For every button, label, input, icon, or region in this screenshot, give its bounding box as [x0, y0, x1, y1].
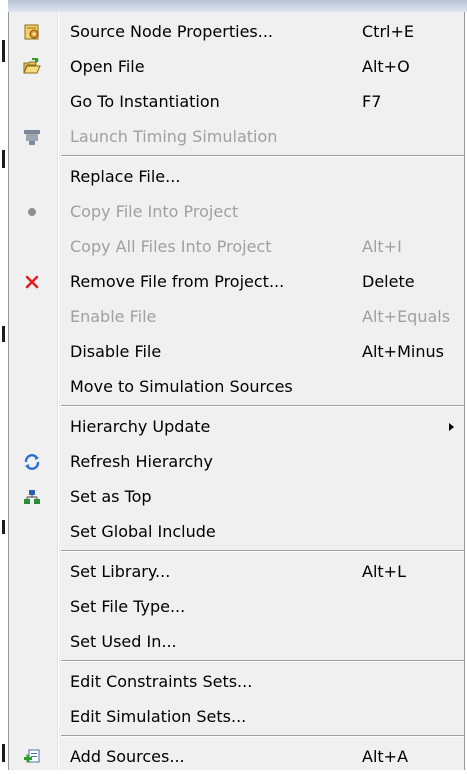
menu-item-label: Launch Timing Simulation — [70, 127, 278, 146]
menu-item-edit-constraints-sets[interactable]: Edit Constraints Sets... — [9, 665, 464, 699]
menu-item-shortcut: Ctrl+E — [362, 22, 414, 41]
menu-item-go-to-instantiation[interactable]: Go To Instantiation F7 — [9, 85, 464, 119]
menu-item-shortcut: Alt+Equals — [362, 307, 451, 326]
menu-item-set-used-in[interactable]: Set Used In... — [9, 625, 464, 659]
background-window-header — [8, 0, 467, 12]
menu-item-replace-file[interactable]: Replace File... — [9, 160, 464, 194]
background-mark — [2, 520, 5, 534]
menu-item-source-node-properties[interactable]: Source Node Properties... Ctrl+E — [9, 15, 464, 49]
menu-item-label: Disable File — [70, 342, 162, 361]
menu-item-label: Set Global Include — [70, 522, 216, 541]
menu-item-move-to-simulation-sources[interactable]: Move to Simulation Sources — [9, 370, 464, 404]
menu-separator — [61, 550, 464, 552]
menu-item-hierarchy-update[interactable]: Hierarchy Update — [9, 410, 464, 444]
menu-item-shortcut: Alt+O — [362, 57, 410, 76]
menu-item-label: Source Node Properties... — [70, 22, 273, 41]
menu-item-add-sources[interactable]: Add Sources... Alt+A — [9, 740, 464, 774]
menu-item-label: Enable File — [70, 307, 157, 326]
properties-icon — [23, 23, 41, 41]
menu-item-shortcut: Alt+Minus — [362, 342, 444, 361]
menu-item-label: Open File — [70, 57, 145, 76]
menu-item-label: Edit Constraints Sets... — [70, 672, 253, 691]
menu-item-launch-timing-simulation: Launch Timing Simulation — [9, 120, 464, 154]
background-window-edge — [0, 0, 8, 771]
menu-item-label: Refresh Hierarchy — [70, 452, 213, 471]
background-mark — [2, 150, 5, 168]
simulation-icon — [23, 128, 41, 146]
menu-item-shortcut: Alt+I — [362, 237, 402, 256]
menu-item-label: Go To Instantiation — [70, 92, 220, 111]
menu-item-set-as-top[interactable]: Set as Top — [9, 480, 464, 514]
menu-item-label: Remove File from Project... — [70, 272, 285, 291]
menu-item-set-global-include[interactable]: Set Global Include — [9, 515, 464, 549]
background-mark — [2, 744, 5, 762]
menu-item-edit-simulation-sets[interactable]: Edit Simulation Sets... — [9, 700, 464, 734]
menu-item-set-file-type[interactable]: Set File Type... — [9, 590, 464, 624]
menu-item-label: Move to Simulation Sources — [70, 377, 293, 396]
menu-item-shortcut: Alt+A — [362, 747, 409, 766]
menu-item-shortcut: Delete — [362, 272, 415, 291]
menu-item-label: Set Used In... — [70, 632, 177, 651]
menu-item-shortcut: Alt+L — [362, 562, 406, 581]
menu-item-label: Set as Top — [70, 487, 152, 506]
menu-separator — [61, 735, 464, 737]
submenu-arrow-icon — [449, 423, 454, 431]
menu-item-label: Edit Simulation Sets... — [70, 707, 247, 726]
menu-item-label: Copy File Into Project — [70, 202, 239, 221]
menu-item-open-file[interactable]: Open File Alt+O — [9, 50, 464, 84]
menu-item-set-library[interactable]: Set Library... Alt+L — [9, 555, 464, 589]
menu-item-refresh-hierarchy[interactable]: Refresh Hierarchy — [9, 445, 464, 479]
menu-item-copy-all-files-into-project: Copy All Files Into Project Alt+I — [9, 230, 464, 264]
menu-item-shortcut: F7 — [362, 92, 382, 111]
menu-item-enable-file: Enable File Alt+Equals — [9, 300, 464, 334]
menu-item-label: Hierarchy Update — [70, 417, 211, 436]
remove-x-icon — [23, 273, 41, 291]
add-sources-icon — [23, 748, 41, 766]
menu-separator — [61, 660, 464, 662]
menu-item-copy-file-into-project: Copy File Into Project — [9, 195, 464, 229]
background-mark — [2, 40, 5, 62]
menu-item-remove-file-from-project[interactable]: Remove File from Project... Delete — [9, 265, 464, 299]
menu-separator — [61, 155, 464, 157]
menu-item-label: Set Library... — [70, 562, 171, 581]
menu-separator — [61, 405, 464, 407]
menu-item-label: Set File Type... — [70, 597, 186, 616]
menu-item-label: Add Sources... — [70, 747, 185, 766]
open-file-icon — [23, 58, 41, 76]
dot-icon — [23, 203, 41, 221]
menu-item-disable-file[interactable]: Disable File Alt+Minus — [9, 335, 464, 369]
refresh-icon — [23, 453, 41, 471]
background-mark — [2, 326, 5, 342]
menu-item-label: Replace File... — [70, 167, 181, 186]
context-menu: Source Node Properties... Ctrl+E Open Fi… — [8, 12, 465, 770]
hierarchy-icon — [23, 488, 41, 506]
menu-item-label: Copy All Files Into Project — [70, 237, 272, 256]
